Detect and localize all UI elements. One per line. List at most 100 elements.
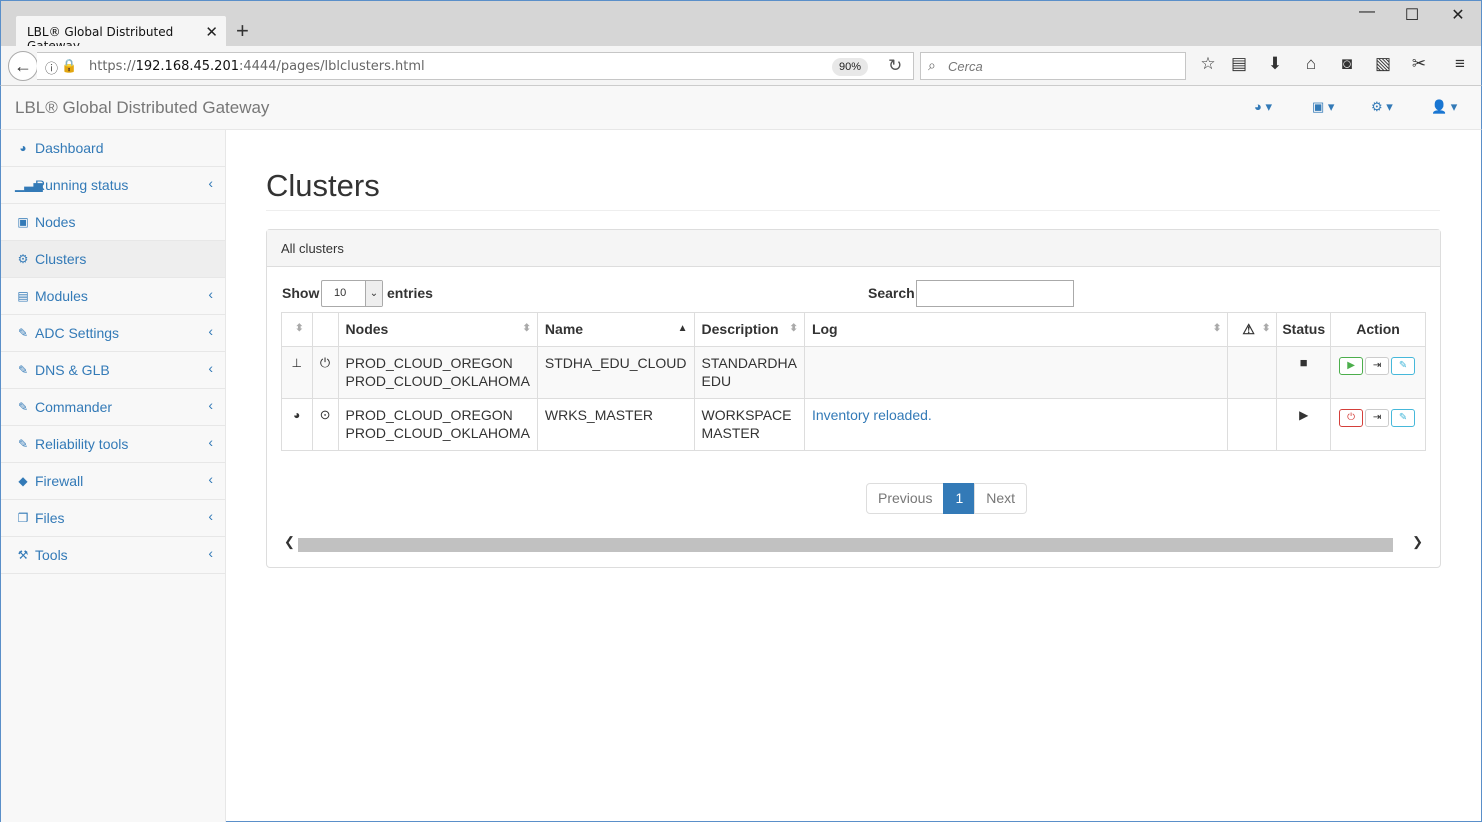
bar-chart-icon: ▁▃▅ [15, 178, 43, 192]
log-cell: Inventory reloaded. [803, 398, 1229, 451]
download-icon[interactable]: ⬇ [1263, 54, 1287, 74]
sort-icon: ⬍ [789, 323, 798, 334]
play-icon: ▶ [1276, 398, 1332, 451]
sidebar-item-dns-glb[interactable]: ✎ DNS & GLB ‹ [1, 352, 225, 389]
edit-button[interactable]: ✎ [1391, 357, 1416, 375]
sidebar-item-dashboard[interactable]: ◕ Dashboard [1, 130, 225, 167]
sidebar-item-commander[interactable]: ✎ Commander ‹ [1, 389, 225, 426]
log-cell [803, 346, 1229, 399]
column-header-warning[interactable]: ⚠ ⬍ [1227, 312, 1278, 347]
sidebar-item-label: Modules [35, 288, 88, 304]
log-message: Inventory reloaded. [811, 407, 932, 423]
column-header-action: Action [1330, 312, 1426, 347]
table-header-row: ⬍ Nodes ⬍ Name ▲ Description ⬍ Log ⬍ ⚠ ⬍ Stat… [281, 312, 1426, 347]
settings-menu-icon[interactable]: ⚙ ▾ [1371, 99, 1393, 115]
menu-icon[interactable]: ≡ [1448, 54, 1472, 74]
maximize-icon[interactable]: ☐ [1397, 5, 1427, 25]
chevron-left-icon: ‹ [208, 471, 213, 487]
chevron-left-icon: ‹ [208, 397, 213, 413]
login-button[interactable]: ⇥ [1365, 409, 1390, 427]
pagination-previous[interactable]: Previous [866, 483, 945, 514]
chevron-left-icon: ‹ [208, 360, 213, 376]
browser-tab[interactable]: LBL® Global Distributed Gateway ✕ [16, 16, 226, 53]
page-title: Clusters [266, 168, 380, 203]
name-cell: STDHA_EDU_CLOUD [536, 346, 695, 399]
chevron-left-icon: ‹ [208, 323, 213, 339]
sidebar-item-reliability-tools[interactable]: ✎ Reliability tools ‹ [1, 426, 225, 463]
app-header: LBL® Global Distributed Gateway ◕ ▾ ▣ ▾ … [0, 86, 1482, 130]
save-menu-icon[interactable]: ▣ ▾ [1312, 99, 1334, 115]
brand-title[interactable]: LBL® Global Distributed Gateway [15, 98, 269, 118]
table-row: ⊥ ⏻ PROD_CLOUD_OREGON PROD_CLOUD_OKLAHOMA… [281, 346, 1426, 399]
entries-label: entries [387, 285, 433, 301]
back-icon[interactable]: ← [8, 51, 38, 81]
chevron-down-icon: ⌄ [365, 281, 382, 306]
sidebar: ◕ Dashboard ▁▃▅ Running status ‹ ▣ Nodes… [0, 130, 226, 822]
zoom-indicator[interactable]: 90% [832, 58, 868, 76]
stop-button[interactable]: ⏻ [1339, 409, 1364, 427]
sort-asc-icon: ▲ [677, 323, 688, 334]
pocket-icon[interactable]: ◙ [1335, 54, 1359, 74]
window-close-icon[interactable]: ✕ [1443, 5, 1473, 25]
tab-close-icon[interactable]: ✕ [205, 23, 218, 41]
url-bar[interactable]: ⓘ 🔒 https://192.168.45.201:4444/pages/lb… [37, 52, 914, 80]
sidebar-item-clusters[interactable]: ⚙ Clusters [1, 241, 225, 278]
sidebar-item-modules[interactable]: ▤ Modules ‹ [1, 278, 225, 315]
clusters-panel: All clusters Show 10 ⌄ entries Search: ⬍… [266, 229, 1441, 568]
warning-cell [1227, 346, 1278, 399]
scrollbar-thumb[interactable] [298, 538, 1393, 552]
search-placeholder: Cerca [948, 59, 983, 74]
home-icon[interactable]: ⌂ [1299, 54, 1323, 74]
scroll-right-icon[interactable]: ❯ [1412, 534, 1423, 550]
sidebar-item-firewall[interactable]: ◆ Firewall ‹ [1, 463, 225, 500]
sidebar-item-files[interactable]: ❐ Files ‹ [1, 500, 225, 537]
dashboard-icon: ◕ [281, 398, 313, 451]
sidebar-item-adc-settings[interactable]: ✎ ADC Settings ‹ [1, 315, 225, 352]
sidebar-item-label: Files [35, 510, 65, 526]
column-header-description[interactable]: Description ⬍ [693, 312, 805, 347]
site-info-icon[interactable]: ⓘ [45, 58, 58, 77]
entries-select[interactable]: 10 ⌄ [321, 280, 383, 307]
bookmark-star-icon[interactable]: ☆ [1196, 54, 1220, 74]
reading-list-icon[interactable]: ▤ [1227, 54, 1251, 74]
sidebar-item-running-status[interactable]: ▁▃▅ Running status ‹ [1, 167, 225, 204]
user-menu-icon[interactable]: 👤 ▾ [1431, 99, 1457, 115]
sidebar-item-label: Reliability tools [35, 436, 129, 452]
screenshot-icon[interactable]: ✂ [1407, 54, 1431, 74]
minimize-icon[interactable]: — [1352, 3, 1382, 21]
start-button[interactable]: ▶ [1339, 357, 1364, 375]
pagination-page-1[interactable]: 1 [943, 483, 976, 514]
sitemap-icon: ⊥ [281, 346, 313, 399]
sort-icon: ⬍ [522, 323, 531, 334]
extension-icon[interactable]: ▧ [1371, 54, 1395, 74]
column-header-status: Status [1276, 312, 1332, 347]
scroll-left-icon[interactable]: ❮ [284, 534, 295, 550]
edit-icon: ✎ [17, 437, 29, 451]
insecure-lock-icon: 🔒 [61, 58, 78, 73]
edit-button[interactable]: ✎ [1391, 409, 1416, 427]
column-header-nodes[interactable]: Nodes ⬍ [337, 312, 538, 347]
action-cell: ▶ ⇥ ✎ [1330, 346, 1426, 399]
search-label: Search: [868, 285, 920, 301]
sidebar-item-nodes[interactable]: ▣ Nodes [1, 204, 225, 241]
sidebar-item-tools[interactable]: ⚒ Tools ‹ [1, 537, 225, 574]
browser-search-input[interactable]: ⌕ Cerca [920, 52, 1186, 80]
play-circle-icon: ⊙ [311, 398, 339, 451]
dashboard-menu-icon[interactable]: ◕ ▾ [1254, 99, 1272, 115]
pagination-next[interactable]: Next [974, 483, 1028, 514]
column-header-log[interactable]: Log ⬍ [803, 312, 1229, 347]
sort-icon: ⬍ [295, 323, 304, 334]
name-cell: WRKS_MASTER [536, 398, 695, 451]
sort-type-column[interactable]: ⬍ [281, 312, 313, 347]
sort-icon: ⬍ [1261, 323, 1271, 334]
login-button[interactable]: ⇥ [1365, 357, 1390, 375]
nodes-cell: PROD_CLOUD_OREGON PROD_CLOUD_OKLAHOMA [337, 346, 538, 399]
url-text: https://192.168.45.201:4444/pages/lblclu… [89, 59, 425, 74]
table-search-input[interactable] [916, 280, 1074, 307]
horizontal-scrollbar[interactable]: ❮ ❯ [281, 534, 1426, 552]
column-header-name[interactable]: Name ▲ [536, 312, 695, 347]
reload-icon[interactable]: ↻ [888, 56, 902, 76]
clusters-table: ⬍ Nodes ⬍ Name ▲ Description ⬍ Log ⬍ ⚠ ⬍ Stat… [281, 312, 1426, 451]
main-content: Clusters All clusters Show 10 ⌄ entries … [226, 130, 1482, 822]
new-tab-button[interactable]: + [236, 19, 249, 43]
